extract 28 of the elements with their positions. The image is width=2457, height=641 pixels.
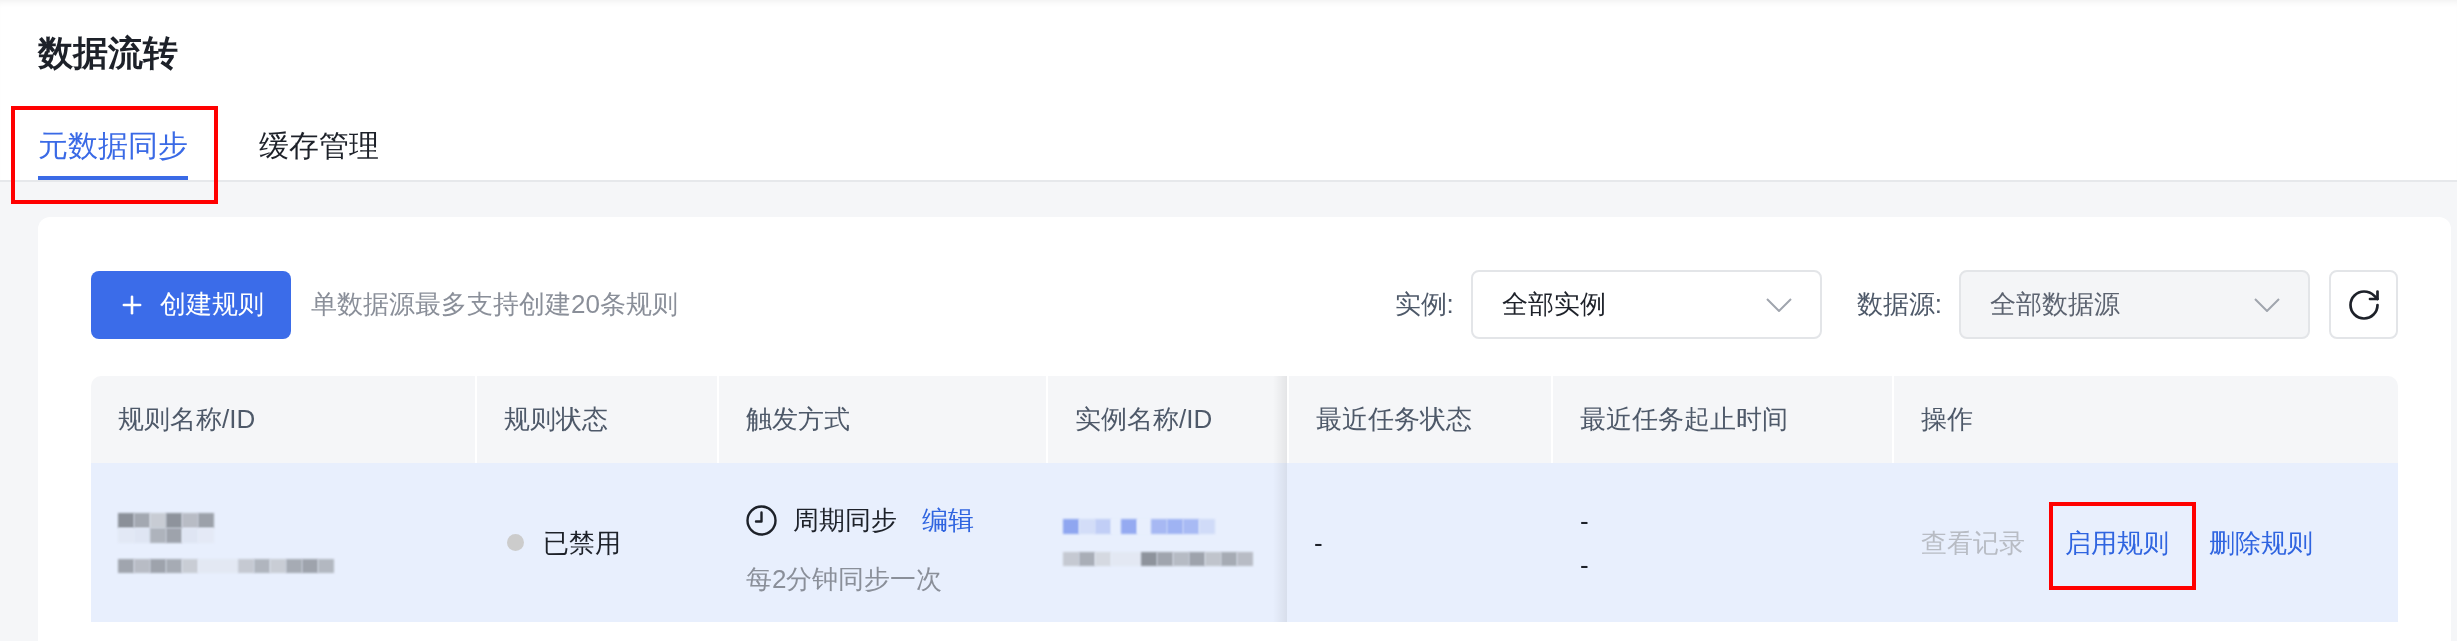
trigger-mode: 周期同步 [793,504,897,537]
chevron-down-icon [1765,297,1792,312]
filter-label: 实例: [1394,288,1454,321]
status-text: 已禁用 [543,526,621,560]
refresh-button[interactable] [2329,270,2398,339]
column-header: 操作 [1920,403,1973,436]
page-title: 数据流转 [38,32,178,74]
column-header: 规则名称/ID [117,403,256,436]
filter-label: 数据源: [1856,288,1942,321]
schedule-text: 每2分钟同步一次 [746,563,943,596]
column-header: 最近任务起止时间 [1579,403,1788,436]
tab[interactable]: 元数据同步 [38,126,188,180]
clock-icon [746,504,777,536]
tab[interactable]: 缓存管理 [259,126,379,180]
column-header: 规则状态 [503,403,608,436]
hint-text: 单数据源最多支持创建20条规则 [311,288,678,321]
column-header: 实例名称/ID [1074,403,1213,436]
edit-link[interactable]: 编辑 [922,502,974,538]
column-header: 触发方式 [745,403,850,436]
create-rule-button[interactable]: 创建规则 [91,270,291,339]
select-field[interactable]: 全部实例 [1470,270,1822,339]
column-header: 最近任务状态 [1315,403,1472,436]
table-cell-text: - [1580,548,1589,582]
action-link[interactable]: 启用规则 [2065,524,2169,561]
chevron-down-icon [2254,297,2280,312]
table-cell-text: - [1580,504,1589,538]
table-cell-text: - [1314,526,1323,560]
action-link[interactable]: 删除规则 [2209,524,2313,561]
